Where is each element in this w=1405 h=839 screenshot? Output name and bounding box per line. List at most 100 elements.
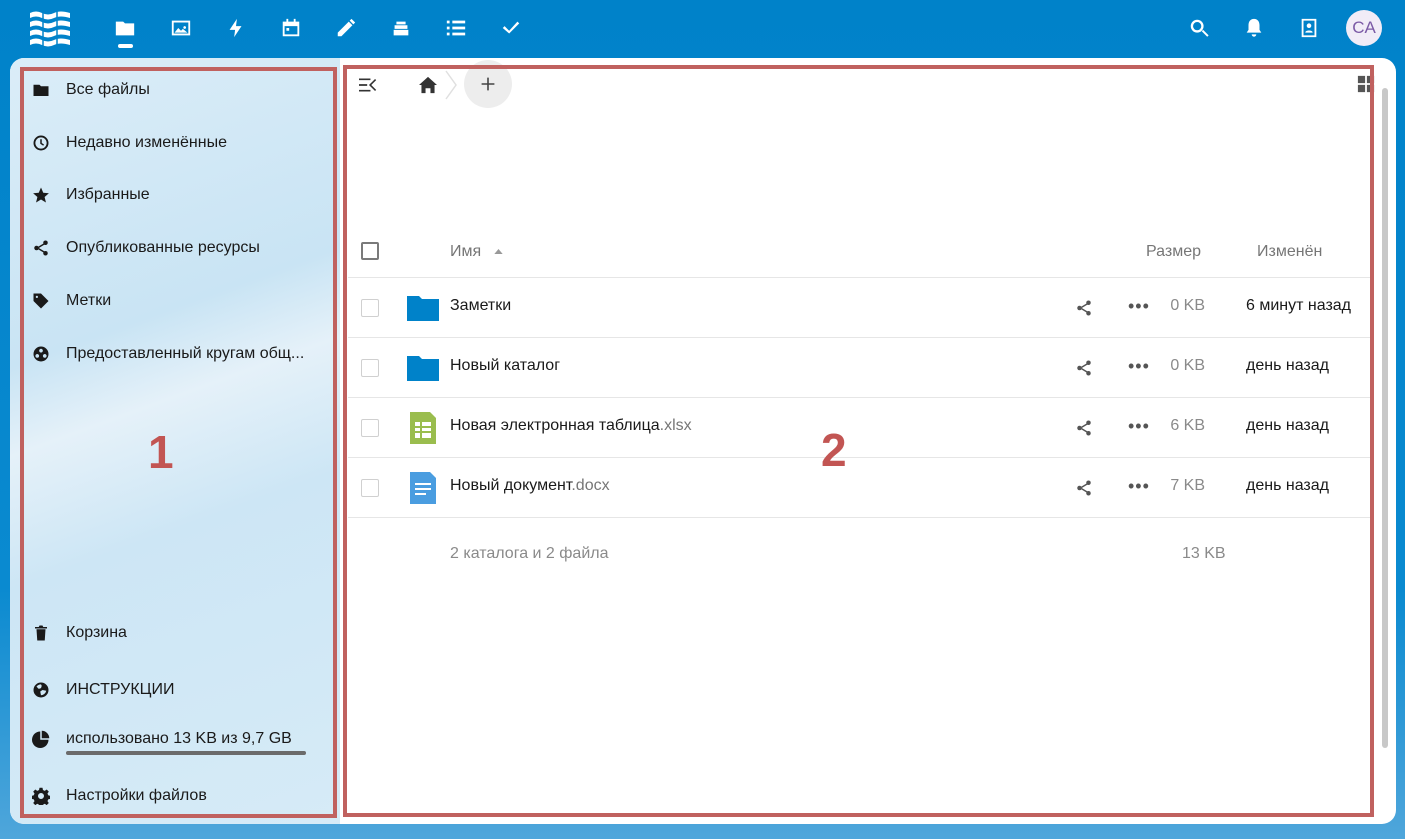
deck-icon[interactable] [385,12,417,44]
sidebar-item-settings[interactable]: Настройки файлов [30,781,330,811]
grid-view-icon[interactable] [1356,74,1376,94]
share-icon[interactable] [1075,419,1095,439]
pie-chart-icon [30,728,52,750]
files-icon[interactable] [109,12,141,44]
more-actions-icon[interactable]: ••• [1128,416,1150,437]
file-row[interactable]: Новый каталог ••• 0 KB день назад [348,338,1373,398]
share-icon[interactable] [1075,479,1095,499]
quota-progress-bar [66,751,306,755]
select-all-checkbox[interactable] [361,242,379,260]
file-modified: день назад [1246,417,1329,434]
sidebar-item-instructions[interactable]: ИНСТРУКЦИИ [30,675,330,705]
file-modified: день назад [1246,357,1329,374]
tasks-icon[interactable] [495,12,527,44]
sidebar-item-label: Настройки файлов [66,787,207,804]
file-name[interactable]: Заметки [450,297,511,315]
sidebar-item-label: Недавно изменённые [66,134,227,151]
tag-icon [30,290,52,312]
spreadsheet-icon [410,412,436,444]
more-actions-icon[interactable]: ••• [1128,296,1150,317]
column-header-size[interactable]: Размер [1146,243,1201,261]
file-size: 0 KB [1170,357,1205,374]
share-icon[interactable] [1075,299,1095,319]
folder-icon [30,79,52,101]
sidebar-item-quota[interactable]: использовано 13 KB из 9,7 GB [30,724,330,754]
activity-icon[interactable] [220,12,252,44]
more-actions-icon[interactable]: ••• [1128,476,1150,497]
notes-icon[interactable] [330,12,362,44]
annotation-number-sidebar: 1 [148,426,174,478]
list-icon[interactable] [440,12,472,44]
sort-ascending-icon [493,249,503,255]
plus-icon [481,77,495,91]
gear-icon [30,785,52,807]
column-name-label: Имя [450,243,482,260]
sidebar-item-label: Корзина [66,624,127,641]
home-icon[interactable] [416,74,440,96]
file-size: 6 KB [1170,417,1205,434]
sidebar-item-recent[interactable]: Недавно изменённые [30,128,330,158]
quota-label: использовано 13 KB из 9,7 GB [66,730,292,747]
vertical-scrollbar[interactable] [1382,88,1388,748]
file-name[interactable]: Новая электронная таблица.xlsx [450,417,692,435]
file-table-header: Имя Размер Изменён [348,228,1373,278]
globe-icon [30,679,52,701]
sidebar-item-label: Избранные [66,186,150,203]
row-checkbox[interactable] [361,479,379,497]
user-avatar[interactable]: CA [1346,10,1382,46]
file-size: 0 KB [1170,297,1205,314]
sidebar-item-shared[interactable]: Опубликованные ресурсы [30,233,330,263]
sidebar-item-label: Предоставленный кругам общ... [66,345,305,362]
trash-icon [30,622,52,644]
quota-progress-fill [66,751,306,755]
active-app-indicator [118,44,133,48]
file-row[interactable]: Новый документ.docx ••• 7 KB день назад [348,458,1373,518]
notifications-bell-icon[interactable] [1238,12,1270,44]
calendar-icon[interactable] [275,12,307,44]
sidebar-item-circles[interactable]: Предоставленный кругам общ... [30,339,330,369]
clock-icon [30,132,52,154]
sidebar-item-label: Опубликованные ресурсы [66,239,260,256]
file-name[interactable]: Новый документ.docx [450,477,610,495]
sidebar-item-label: Все файлы [66,81,150,98]
file-row[interactable]: Новая электронная таблица.xlsx ••• 6 KB … [348,398,1373,458]
file-modified: 6 минут назад [1246,297,1352,314]
folder-icon [407,296,439,321]
sidebar-item-trash[interactable]: Корзина [30,618,330,648]
row-checkbox[interactable] [361,299,379,317]
column-header-name[interactable]: Имя [450,243,503,261]
sidebar-item-label: Метки [66,292,112,309]
sidebar-item-label: ИНСТРУКЦИИ [66,681,175,698]
file-name[interactable]: Новый каталог [450,357,560,375]
file-modified: день назад [1246,477,1329,494]
main-card: Все файлы Недавно изменённые Избранные О… [10,58,1396,824]
sidebar-item-tags[interactable]: Метки [30,286,330,316]
top-bar: CA [0,0,1405,56]
annotation-number-main: 2 [821,424,847,476]
row-checkbox[interactable] [361,359,379,377]
file-list-area: Имя Размер Изменён Заметки ••• 0 KB 6 ми… [348,58,1396,824]
circles-icon [30,343,52,365]
file-size: 7 KB [1170,477,1205,494]
document-icon [410,472,436,504]
star-icon [30,184,52,206]
row-checkbox[interactable] [361,419,379,437]
share-icon[interactable] [1075,359,1095,379]
share-icon [30,237,52,259]
contacts-icon[interactable] [1293,12,1325,44]
file-row[interactable]: Заметки ••• 0 KB 6 минут назад [348,278,1373,338]
folder-icon [407,356,439,381]
search-icon[interactable] [1183,12,1215,44]
toggle-sidebar-icon[interactable] [356,74,380,96]
breadcrumb-separator-icon [445,70,457,100]
file-list-summary: 2 каталога и 2 файла [450,545,609,562]
file-list-total-size: 13 KB [1182,545,1226,562]
column-header-modified[interactable]: Изменён [1257,243,1322,261]
photos-icon[interactable] [165,12,197,44]
add-new-button[interactable] [464,60,512,108]
sidebar-item-all-files[interactable]: Все файлы [30,75,330,105]
sidebar-item-favorites[interactable]: Избранные [30,180,330,210]
navigation-sidebar: Все файлы Недавно изменённые Избранные О… [10,58,340,824]
app-logo-icon[interactable] [28,9,72,49]
more-actions-icon[interactable]: ••• [1128,356,1150,377]
